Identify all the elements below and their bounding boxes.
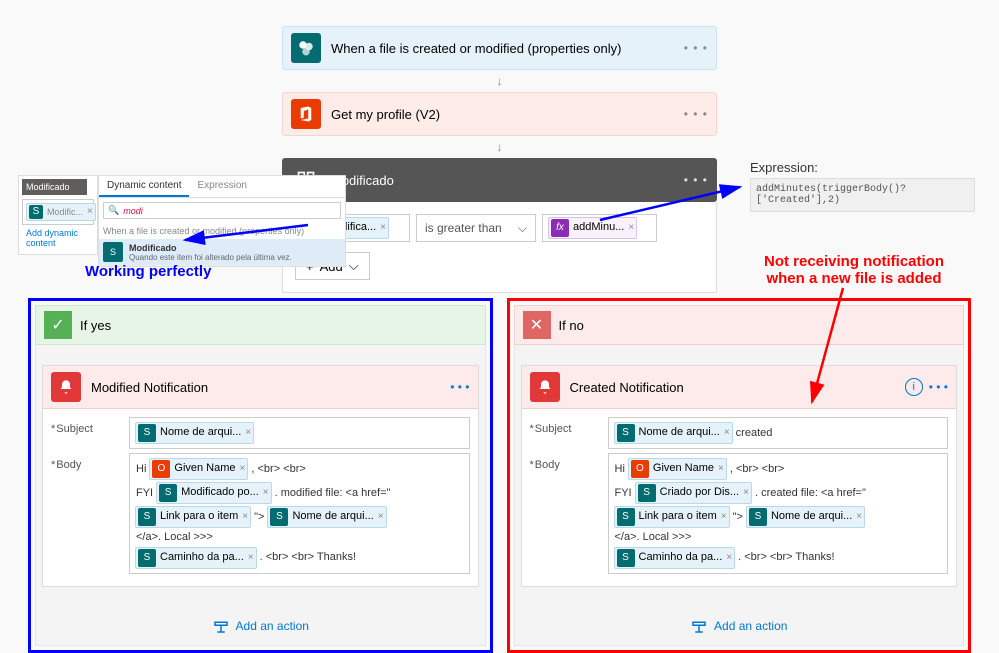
body-label: *Body xyxy=(530,453,608,471)
subject-label: *Subject xyxy=(530,417,608,435)
bell-icon xyxy=(530,372,560,402)
more-icon[interactable]: • • • xyxy=(684,107,708,121)
more-icon[interactable]: • • • xyxy=(684,41,708,55)
annotation-not-receiving: Not receiving notificationwhen a new fil… xyxy=(764,253,944,287)
condition-right-value[interactable]: fxaddMinu...× xyxy=(542,214,657,242)
body-field[interactable]: Hi OGiven Name× , <br> <br> FYI SCriado … xyxy=(608,453,949,574)
pill-expression[interactable]: fxaddMinu...× xyxy=(548,217,637,239)
chevron-down-icon: ⌵ xyxy=(349,258,359,274)
condition-card[interactable]: Modificado • • • xyxy=(282,158,717,202)
add-action-button[interactable]: Add an action xyxy=(42,617,479,635)
body-label: *Body xyxy=(51,453,129,471)
condition-title: Modificado xyxy=(331,173,684,188)
expression-annotation: Expression: addMinutes(triggerBody()?['C… xyxy=(750,160,975,212)
profile-title: Get my profile (V2) xyxy=(331,107,684,122)
arrow-down-icon: ↓ xyxy=(282,136,717,158)
body-field[interactable]: Hi OGiven Name× , <br> <br> FYI SModific… xyxy=(129,453,470,574)
if-yes-branch: ✓ If yes Modified Notification • • • *Su… xyxy=(28,298,493,653)
if-no-branch: ✕ If no Created Notification i • • • xyxy=(507,298,972,653)
condition-operator[interactable]: is greater than ⌵ xyxy=(416,214,536,242)
close-icon: × xyxy=(628,221,634,235)
popup-panel: Dynamic content Expression 🔍modi When a … xyxy=(98,175,346,267)
add-action-icon xyxy=(690,617,708,635)
popup-source-field: Modificado SModific...× Add dynamic cont… xyxy=(18,175,98,255)
bell-icon xyxy=(51,372,81,402)
modified-notification-card[interactable]: Modified Notification • • • *Subject SNo… xyxy=(42,365,479,587)
subject-field[interactable]: SNome de arqui...× xyxy=(129,417,470,449)
more-icon[interactable]: • • • xyxy=(450,380,469,394)
info-icon[interactable]: i xyxy=(905,378,923,396)
condition-row: SModifica...× is greater than ⌵ fxaddMin… xyxy=(295,214,704,242)
arrow-down-icon: ↓ xyxy=(282,70,717,92)
add-action-button[interactable]: Add an action xyxy=(521,617,958,635)
profile-card[interactable]: Get my profile (V2) • • • xyxy=(282,92,717,136)
trigger-card[interactable]: When a file is created or modified (prop… xyxy=(282,26,717,70)
add-dynamic-content-link[interactable]: Add dynamic content xyxy=(22,225,94,251)
x-icon: ✕ xyxy=(523,311,551,339)
created-notification-card[interactable]: Created Notification i • • • *Subject SN… xyxy=(521,365,958,587)
add-action-icon xyxy=(212,617,230,635)
popup-search[interactable]: 🔍modi xyxy=(103,202,341,219)
close-icon: × xyxy=(380,221,386,235)
if-yes-header: ✓ If yes xyxy=(35,305,486,345)
office-icon xyxy=(291,99,321,129)
tab-expression[interactable]: Expression xyxy=(189,176,254,197)
tab-dynamic-content[interactable]: Dynamic content xyxy=(99,176,189,197)
sharepoint-icon xyxy=(291,33,321,63)
check-icon: ✓ xyxy=(44,311,72,339)
trigger-title: When a file is created or modified (prop… xyxy=(331,41,684,56)
more-icon[interactable]: • • • xyxy=(684,173,708,187)
subject-field[interactable]: SNome de arqui...× created xyxy=(608,417,949,449)
more-icon[interactable]: • • • xyxy=(929,380,948,394)
popup-item-modificado[interactable]: S ModificadoQuando este item foi alterad… xyxy=(99,239,345,266)
subject-label: *Subject xyxy=(51,417,129,435)
condition-body: SModifica...× is greater than ⌵ fxaddMin… xyxy=(282,202,717,293)
if-no-header: ✕ If no xyxy=(514,305,965,345)
annotation-working: Working perfectly xyxy=(85,263,211,280)
chevron-down-icon: ⌵ xyxy=(518,221,527,236)
dynamic-content-popup: Modificado SModific...× Add dynamic cont… xyxy=(18,175,346,267)
